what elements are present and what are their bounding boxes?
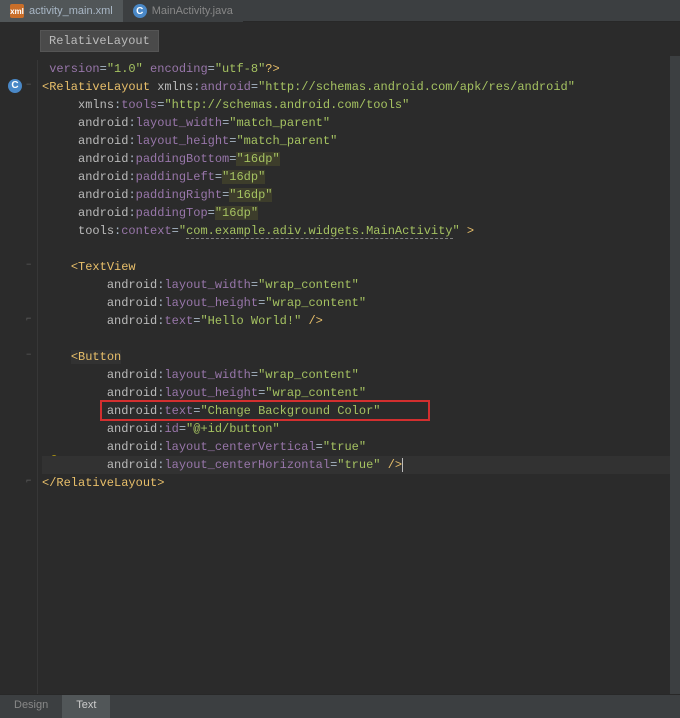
fold-minus-icon[interactable]: −	[26, 80, 31, 90]
code-area[interactable]: version="1.0" encoding="utf-8"?><Relativ…	[38, 60, 680, 698]
code-editor[interactable]: C − − ⌐ − ⌐ 💡 version="1.0" encoding="ut…	[0, 60, 680, 698]
editor-tabs-top: xml activity_main.xml C MainActivity.jav…	[0, 0, 680, 22]
fold-minus-icon[interactable]: −	[26, 350, 31, 360]
error-stripe	[670, 56, 680, 694]
tab-design[interactable]: Design	[0, 695, 62, 718]
xml-file-icon: xml	[10, 4, 24, 18]
breadcrumb-bar: RelativeLayout	[0, 22, 680, 60]
breadcrumb-item[interactable]: RelativeLayout	[40, 30, 159, 52]
tab-activity-main[interactable]: xml activity_main.xml	[0, 0, 123, 22]
fold-end-icon[interactable]: ⌐	[26, 476, 31, 486]
fold-minus-icon[interactable]: −	[26, 260, 31, 270]
tab-label: activity_main.xml	[29, 5, 113, 17]
tab-main-activity[interactable]: C MainActivity.java	[123, 0, 243, 22]
class-file-icon: C	[133, 4, 147, 18]
tab-text[interactable]: Text	[62, 695, 110, 718]
gutter: C − − ⌐ − ⌐ 💡	[0, 60, 38, 698]
fold-end-icon[interactable]: ⌐	[26, 314, 31, 324]
tab-label: MainActivity.java	[152, 5, 233, 17]
editor-tabs-bottom: Design Text	[0, 694, 680, 718]
class-marker-icon: C	[8, 79, 22, 93]
